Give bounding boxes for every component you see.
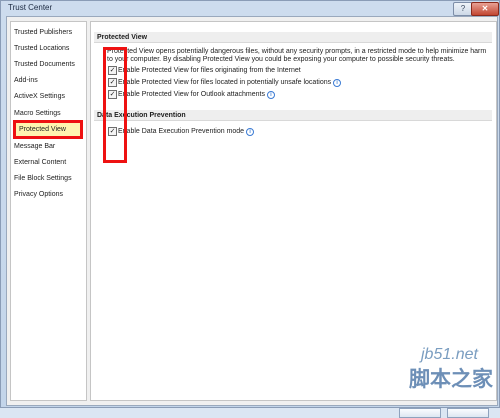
sidebar-item-trusted-locations[interactable]: Trusted Locations bbox=[14, 42, 69, 55]
cancel-button[interactable] bbox=[447, 408, 489, 418]
option-label: Enable Protected View for files located … bbox=[118, 79, 332, 86]
red-highlight-box bbox=[103, 47, 127, 163]
option-label: Enable Data Execution Prevention mode bbox=[118, 128, 245, 135]
sidebar-item-trusted-documents[interactable]: Trusted Documents bbox=[14, 58, 75, 71]
category-sidebar: Trusted Publishers Trusted Locations Tru… bbox=[10, 21, 87, 401]
dep-header: Data Execution Prevention bbox=[94, 110, 492, 121]
description-line: Protected View opens potentially dangero… bbox=[107, 48, 487, 55]
sidebar-item-privacy-options[interactable]: Privacy Options bbox=[14, 188, 63, 201]
ok-button[interactable] bbox=[399, 408, 441, 418]
sidebar-item-external-content[interactable]: External Content bbox=[14, 156, 66, 169]
title-bar: Trust Center ? ✕ bbox=[1, 1, 500, 16]
option-label-wrap: Enable Protected View for Outlook attach… bbox=[118, 90, 275, 99]
description-line: to your computer. By disabling Protected… bbox=[107, 56, 455, 63]
protected-view-description: Protected View opens potentially dangero… bbox=[107, 48, 492, 64]
sidebar-item-activex-settings[interactable]: ActiveX Settings bbox=[14, 90, 65, 103]
option-label: Enable Protected View for Outlook attach… bbox=[118, 91, 265, 98]
help-button[interactable]: ? bbox=[453, 2, 473, 16]
option-label-wrap: Enable Protected View for files located … bbox=[118, 78, 342, 87]
sidebar-item-trusted-publishers[interactable]: Trusted Publishers bbox=[14, 26, 72, 39]
trust-center-window: Trust Center ? ✕ Trusted Publishers Trus… bbox=[0, 0, 500, 418]
settings-panel: Protected View Protected View opens pote… bbox=[90, 21, 497, 401]
sidebar-item-protected-view[interactable]: Protected View bbox=[13, 120, 83, 139]
option-label: Enable Protected View for files originat… bbox=[118, 67, 301, 74]
option-label-wrap: Enable Data Execution Prevention mode i bbox=[118, 127, 255, 136]
watermark-logo: 脚本之家 bbox=[409, 368, 493, 391]
info-icon[interactable]: i bbox=[266, 91, 275, 99]
sidebar-item-macro-settings[interactable]: Macro Settings bbox=[14, 107, 61, 120]
protected-view-header: Protected View bbox=[94, 32, 492, 43]
info-icon[interactable]: i bbox=[333, 79, 342, 87]
window-title: Trust Center bbox=[8, 3, 53, 12]
info-icon[interactable]: i bbox=[246, 128, 255, 136]
sidebar-item-add-ins[interactable]: Add-ins bbox=[14, 74, 38, 87]
sidebar-item-message-bar[interactable]: Message Bar bbox=[14, 140, 55, 153]
close-button[interactable]: ✕ bbox=[471, 2, 499, 16]
sidebar-item-file-block-settings[interactable]: File Block Settings bbox=[14, 172, 72, 185]
watermark-text: jb51.net bbox=[421, 346, 478, 363]
